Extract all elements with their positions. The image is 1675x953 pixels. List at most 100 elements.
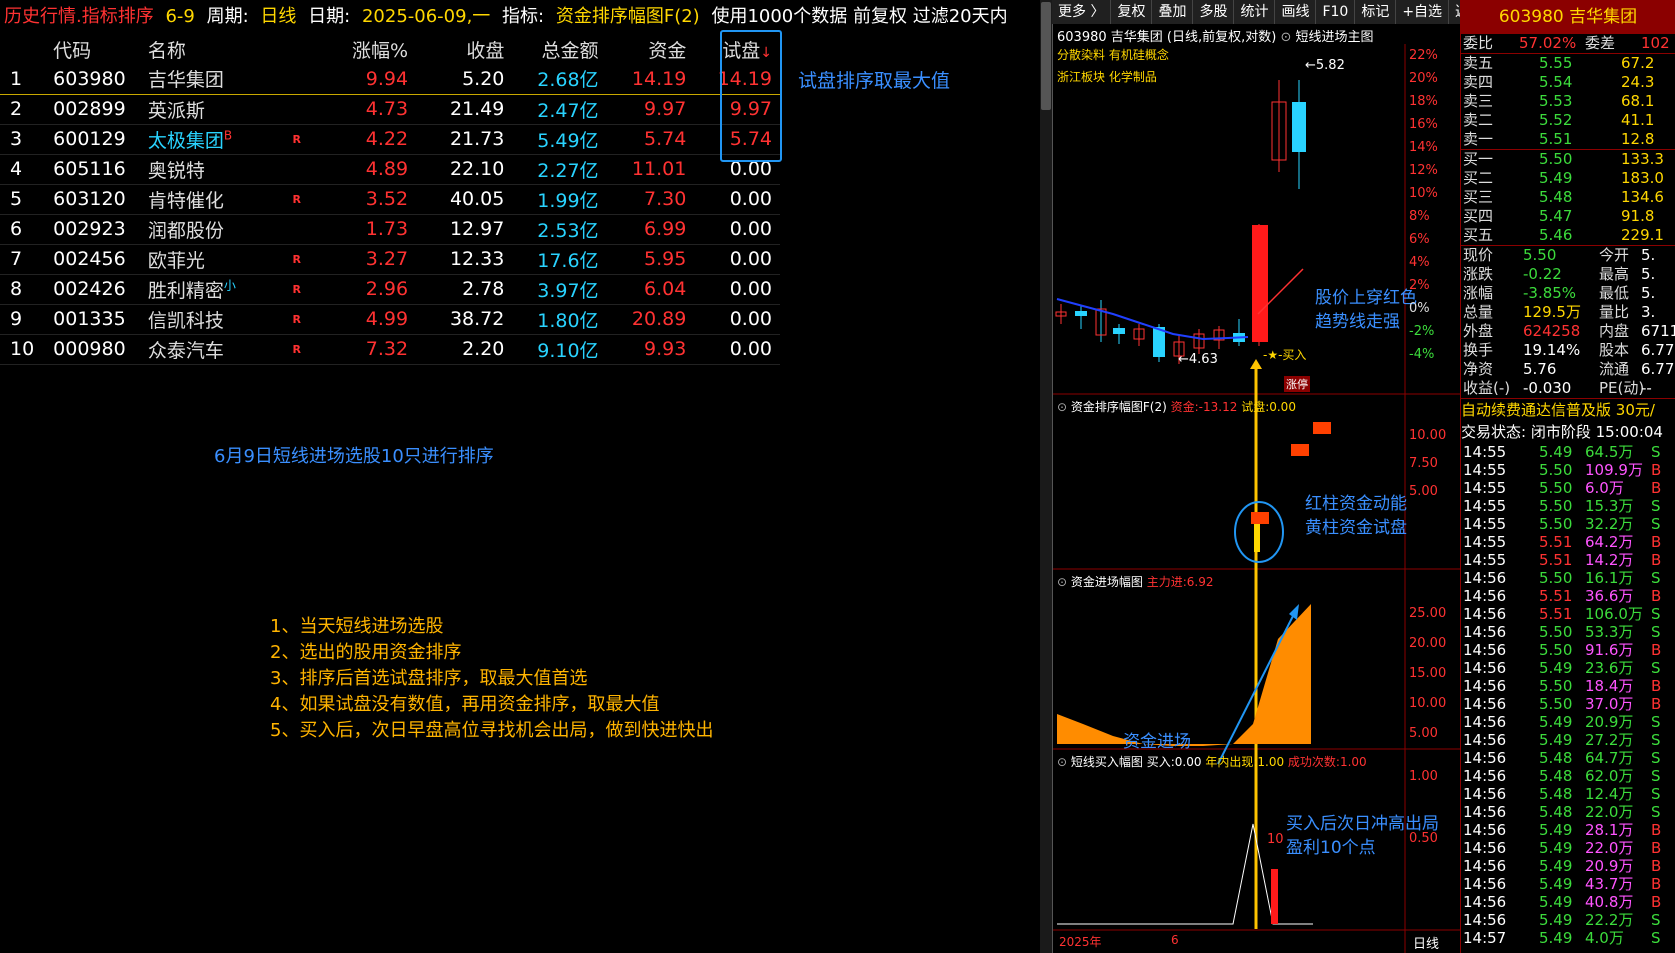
row-index: 2 <box>0 94 46 125</box>
panel4-year-value: 1.00 <box>1257 755 1285 769</box>
stat-value: -0.22 <box>1523 265 1562 283</box>
stat-value: 5.76 <box>1523 360 1557 378</box>
indicator-value[interactable]: 资金排序幅图F(2) <box>556 6 700 27</box>
table-row[interactable]: 4 605116 奥锐特 4.89 22.10 2.27亿 11.01 0.00 <box>0 154 780 185</box>
toolbar-draw-button[interactable]: 画线 <box>1275 0 1317 24</box>
table-row[interactable]: 5 603120 肯特催化 R 3.52 40.05 1.99亿 7.30 0.00 <box>0 184 780 215</box>
book-volume: 91.8 <box>1621 207 1655 225</box>
quote-panel: 603980 吉华集团 委比 57.02% 委差 102 卖五 5.55 67.2 卖… <box>1460 0 1675 953</box>
tick-row: 14:56 5.49 43.7万 B <box>1461 875 1675 893</box>
tick-price: 5.50 <box>1539 641 1573 659</box>
table-row[interactable]: 10 000980 众泰汽车 R 7.32 2.20 9.10亿 9.93 0.00 <box>0 334 780 365</box>
ranking-table: 代码 名称 涨幅% 收盘 总金额 资金 试盘↓ 1 603980 吉华集团 9.94 5… <box>0 34 780 365</box>
fund-bar <box>1251 512 1269 524</box>
tick-volume: 22.0万 <box>1585 839 1634 857</box>
tick-volume: 64.5万 <box>1585 443 1634 461</box>
period-label: 周期: <box>206 6 249 27</box>
low-price-label: ←4.63 <box>1178 352 1218 367</box>
kline-chart-area[interactable]: 603980 吉华集团 (日线,前复权,对数) ⊙ 短线进场主图 分散染料 有机… <box>1052 24 1461 953</box>
buy-label: -★-买入 <box>1263 348 1307 362</box>
panel4-settings-icon[interactable]: ⊙ <box>1057 755 1067 769</box>
x-axis-period[interactable]: 日线 <box>1413 933 1439 952</box>
tick-price: 5.49 <box>1539 713 1573 731</box>
book-volume: 133.3 <box>1621 150 1664 168</box>
tick-volume: 23.6万 <box>1585 659 1634 677</box>
stock-name: 欧菲光 <box>147 249 205 272</box>
low-price-value: 4.63 <box>1188 352 1218 367</box>
tick-time: 14:56 <box>1463 875 1507 893</box>
date-short: 6-9 <box>165 6 195 27</box>
panel2-test-value: 0.00 <box>1269 400 1296 414</box>
scroll-thumb[interactable] <box>1041 2 1051 110</box>
change-pct: 9.94 <box>309 64 417 95</box>
col-code[interactable]: 代码 <box>45 34 140 64</box>
fund-bar <box>1313 422 1331 434</box>
toolbar-add-watch-button[interactable]: +自选 <box>1396 0 1450 24</box>
panel2-settings-icon[interactable]: ⊙ <box>1057 400 1067 414</box>
test-value: 0.00 <box>694 274 780 305</box>
toolbar-multi-button[interactable]: 多股 <box>1193 0 1235 24</box>
stat-label: 股本 <box>1599 341 1630 359</box>
stat-label: 净资 <box>1463 360 1494 378</box>
col-close[interactable]: 收盘 <box>416 34 512 64</box>
tick-volume: 14.2万 <box>1585 551 1634 569</box>
stock-code: 002456 <box>45 244 140 275</box>
total-amount: 2.68亿 <box>512 64 607 95</box>
tick-row: 14:55 5.50 109.9万 B <box>1461 461 1675 479</box>
col-fund[interactable]: 资金 <box>607 34 695 64</box>
table-row[interactable]: 8 002426 胜利精密小 R 2.96 2.78 3.97亿 6.04 0.00 <box>0 274 780 305</box>
table-row[interactable]: 9 001335 信凯科技 R 4.99 38.72 1.80亿 20.89 0.00 <box>0 304 780 335</box>
stat-value: 6711 <box>1641 322 1675 340</box>
tick-time: 14:56 <box>1463 857 1507 875</box>
rule-item: 4、如果试盘没有数值，再用资金排序，取最大值 <box>270 694 660 715</box>
total-amount: 1.99亿 <box>512 184 607 215</box>
tick-side: S <box>1651 767 1661 785</box>
fee-banner[interactable]: 自动续费通达信普及版 30元/ <box>1461 399 1675 421</box>
stat-label: 涨幅 <box>1463 284 1494 302</box>
toolbar-adjust-button[interactable]: 复权 <box>1111 0 1153 24</box>
tick-time: 14:56 <box>1463 803 1507 821</box>
stock-name-cell: 欧菲光 <box>139 244 280 275</box>
ask-row: 卖一 5.51 12.8 <box>1461 130 1675 149</box>
close-price: 22.10 <box>416 154 513 185</box>
col-change[interactable]: 涨幅% <box>309 34 416 64</box>
ask-row: 卖四 5.54 24.3 <box>1461 73 1675 92</box>
col-name[interactable]: 名称 <box>140 34 279 64</box>
panel4-title[interactable]: 短线买入幅图 <box>1071 755 1143 769</box>
table-row[interactable]: 7 002456 欧菲光 R 3.27 12.33 17.6亿 5.95 0.00 <box>0 244 780 275</box>
stock-code: 001335 <box>45 304 140 335</box>
row-index: 9 <box>0 304 46 335</box>
panel3-title[interactable]: 资金进场幅图 <box>1071 575 1143 589</box>
tick-list[interactable]: 14:55 5.49 64.5万 S 14:55 5.50 109.9万 B 14:55 5.50… <box>1461 443 1675 947</box>
toolbar-f10-button[interactable]: F10 <box>1316 0 1356 24</box>
fund-value: 5.95 <box>606 244 695 275</box>
stat-value: 3. <box>1641 303 1656 321</box>
axis-tick: 16% <box>1409 117 1438 132</box>
toolbar-stats-button[interactable]: 统计 <box>1234 0 1276 24</box>
book-volume: 68.1 <box>1621 92 1655 110</box>
table-header-row: 代码 名称 涨幅% 收盘 总金额 资金 试盘↓ <box>0 34 780 64</box>
table-row[interactable]: 2 002899 英派斯 4.73 21.49 2.47亿 9.97 9.97 <box>0 94 780 125</box>
table-row[interactable]: 1 603980 吉华集团 9.94 5.20 2.68亿 14.19 14.19 <box>0 64 780 95</box>
table-row[interactable]: 3 600129 太极集团B R 4.22 21.73 5.49亿 5.74 5.74 <box>0 124 780 155</box>
close-price: 38.72 <box>416 304 513 335</box>
note-exit-line2: 盈利10个点 <box>1286 838 1376 858</box>
stock-name: 信凯科技 <box>147 309 224 332</box>
stock-code: 002923 <box>45 214 140 245</box>
change-pct: 3.52 <box>309 184 417 215</box>
panel3-settings-icon[interactable]: ⊙ <box>1057 575 1067 589</box>
period-value[interactable]: 日线 <box>260 6 296 27</box>
col-amount[interactable]: 总金额 <box>512 34 606 64</box>
close-price: 2.78 <box>416 274 513 305</box>
book-label: 卖五 <box>1463 54 1494 72</box>
table-row[interactable]: 6 002923 润都股份 1.73 12.97 2.53亿 6.99 0.00 <box>0 214 780 245</box>
toolbar-overlay-button[interactable]: 叠加 <box>1152 0 1194 24</box>
toolbar-more-button[interactable]: 更多 〉 <box>1052 0 1112 24</box>
toolbar-mark-button[interactable]: 标记 <box>1355 0 1397 24</box>
scrollbar[interactable] <box>1040 0 1052 953</box>
note-select: 6月9日短线进场选股10只进行排序 <box>214 446 494 467</box>
panel2-title[interactable]: 资金排序幅图F(2) <box>1071 400 1167 414</box>
stock-name: 奥锐特 <box>147 159 205 182</box>
date-value[interactable]: 2025-06-09,一 <box>362 6 490 27</box>
stock-tag: 小 <box>223 278 236 293</box>
